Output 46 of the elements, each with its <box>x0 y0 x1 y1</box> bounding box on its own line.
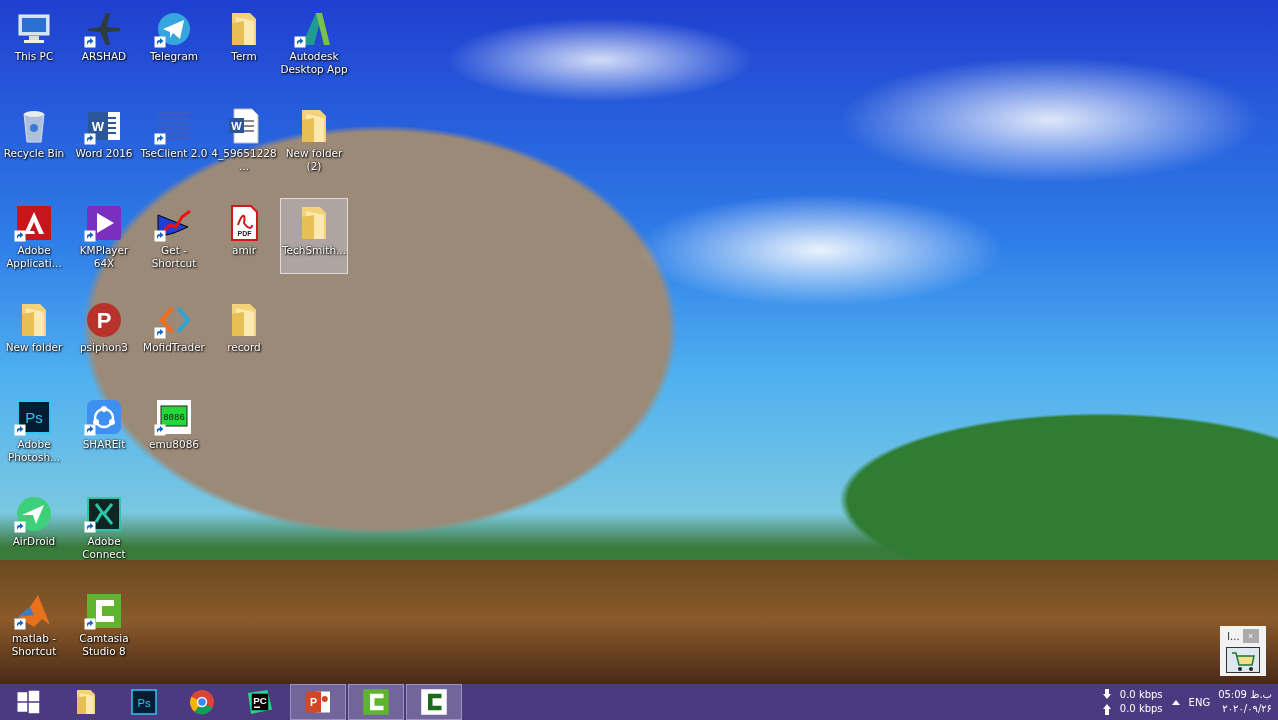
photoshop-icon: Ps <box>14 397 54 437</box>
desktop-shortcut[interactable]: Camtasia Studio 8 <box>70 586 138 662</box>
desktop-shortcut[interactable]: AirDroid <box>0 489 68 565</box>
play-icon <box>84 203 124 243</box>
desktop-shortcut[interactable]: Recycle Bin <box>0 101 68 177</box>
taskbar-button[interactable]: PC <box>232 684 288 720</box>
camtasia-logo-icon <box>419 687 449 717</box>
desktop-shortcut[interactable]: W 4_59651228... <box>210 101 278 177</box>
connect-logo-icon <box>84 494 124 534</box>
desktop-shortcut[interactable]: W Word 2016 <box>70 101 138 177</box>
up-down-arrows-icon <box>1101 688 1112 716</box>
shopping-cart-icon[interactable] <box>1226 647 1260 673</box>
clock[interactable]: ب.ظ 05:09 ۲۰۲۰/۰۹/۲۶ <box>1218 688 1272 716</box>
photoshop-icon: Ps <box>129 687 159 717</box>
download-speed: 0.0 kbps <box>1119 688 1163 702</box>
language-indicator[interactable]: ENG <box>1188 696 1211 708</box>
desktop-shortcut[interactable]: matlab - Shortcut <box>0 586 68 662</box>
desktop-shortcut[interactable]: Autodesk Desktop App <box>280 4 348 80</box>
widget-title: l... <box>1227 630 1240 642</box>
desktop-shortcut[interactable]: Adobe Applicati... <box>0 198 68 274</box>
time-text: ب.ظ 05:09 <box>1218 688 1272 702</box>
desktop-shortcut[interactable]: KMPlayer 64X <box>70 198 138 274</box>
chip-icon: 8086 <box>154 397 194 437</box>
desktop-shortcut[interactable]: Adobe Connect <box>70 489 138 565</box>
taskbar-button[interactable]: P <box>290 684 346 720</box>
chrome-icon <box>187 687 217 717</box>
desktop-shortcut[interactable]: ARSHAD <box>70 4 138 80</box>
desktop-shortcut[interactable]: 8086 emu8086 <box>140 392 208 468</box>
adobe-logo-icon <box>14 203 54 243</box>
date-text: ۲۰۲۰/۰۹/۲۶ <box>1222 702 1272 716</box>
desktop-shortcut[interactable]: TseClient 2.0 <box>140 101 208 177</box>
taskbar-button[interactable] <box>406 684 462 720</box>
camtasia-logo-icon <box>84 591 124 631</box>
caret-icon[interactable] <box>1170 698 1181 706</box>
paper-plane-icon <box>14 494 54 534</box>
desktop-shortcut[interactable]: Ps Adobe Photosh... <box>0 392 68 468</box>
camtasia-logo-icon <box>361 687 391 717</box>
taskbar-button[interactable]: Ps <box>116 684 172 720</box>
psiphon-logo-icon: P <box>84 300 124 340</box>
share-network-icon <box>84 397 124 437</box>
desktop-shortcut[interactable]: Telegram <box>140 4 208 80</box>
upload-speed: 0.0 kbps <box>1119 702 1163 716</box>
taskbar-button[interactable] <box>348 684 404 720</box>
pycharm-icon: PC <box>245 687 275 717</box>
desktop-shortcut[interactable]: This PC <box>0 4 68 80</box>
desktop-shortcut[interactable]: Term <box>210 4 278 80</box>
